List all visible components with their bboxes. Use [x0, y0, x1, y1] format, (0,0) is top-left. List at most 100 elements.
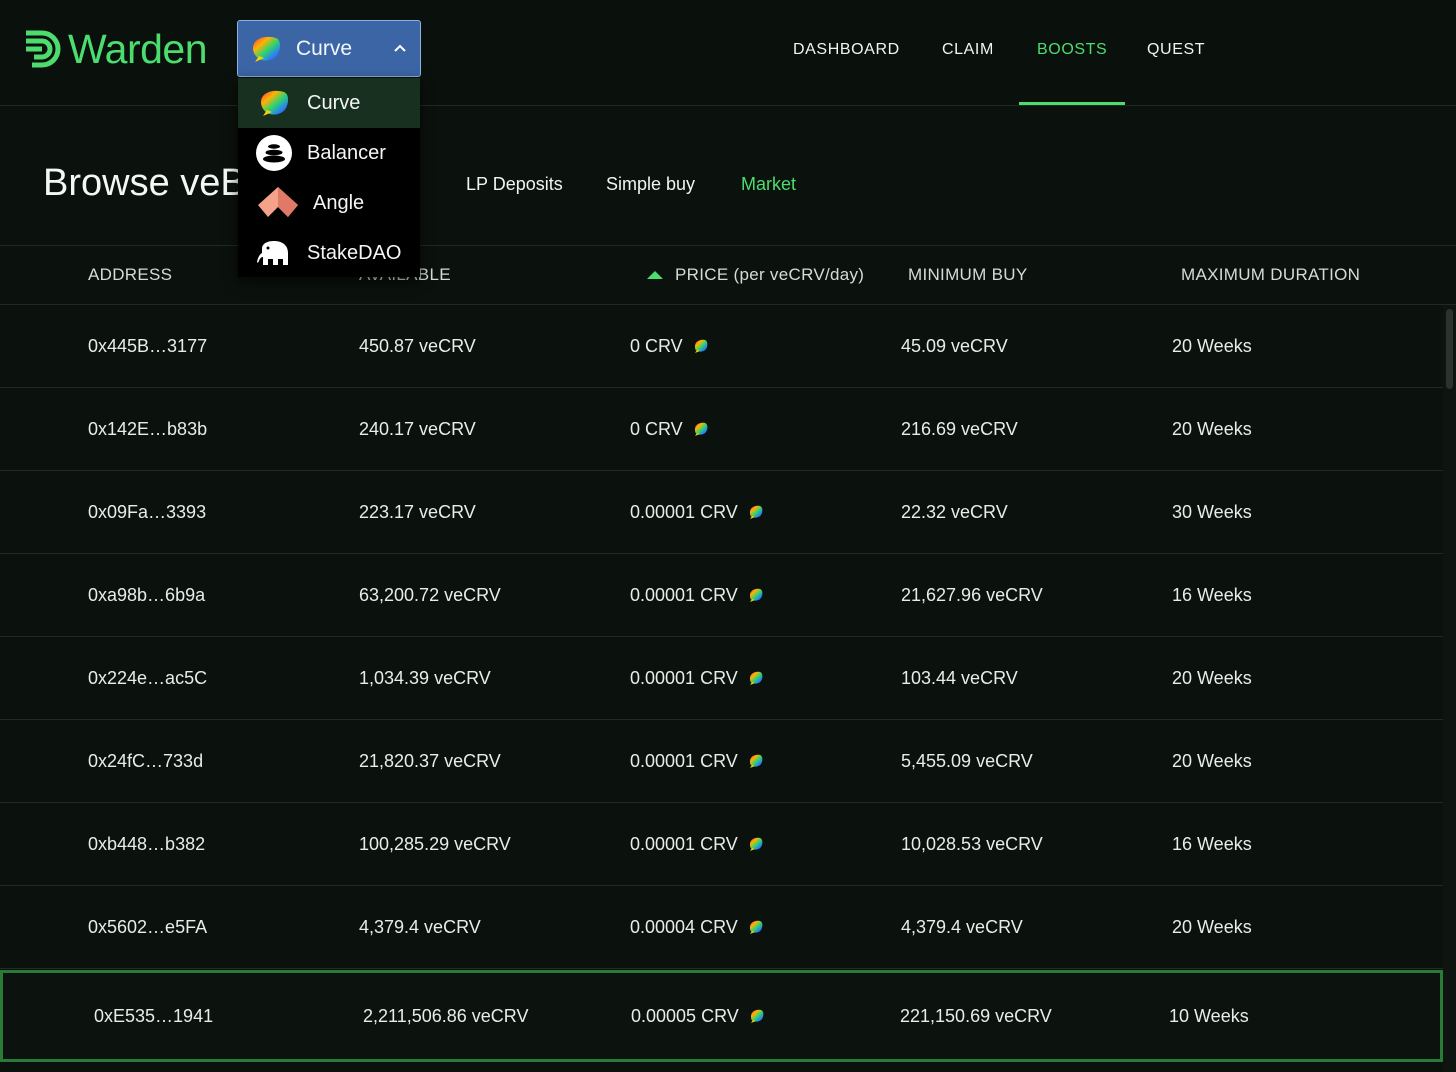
row-minimum-buy: 221,150.69 veCRV [900, 1005, 1052, 1026]
table-row[interactable]: 0x224e…ac5C 1,034.39 veCRV 0.00001 CRV 1… [0, 637, 1443, 720]
chevron-up-icon [394, 44, 406, 52]
tab-simple-buy[interactable]: Simple buy [606, 174, 695, 195]
brand-name: Warden [68, 26, 208, 72]
row-address: 0x09Fa…3393 [88, 501, 207, 522]
tab-market[interactable]: Market [741, 174, 796, 195]
row-price-value: 0 CRV [630, 418, 683, 439]
row-available: 63,200.72 veCRV [359, 584, 501, 605]
table-row[interactable]: 0x5602…e5FA 4,379.4 veCRV 0.00004 CRV 4,… [0, 886, 1443, 969]
row-minimum-buy: 216.69 veCRV [901, 418, 1018, 439]
dropdown-option-label: Balancer [307, 141, 386, 164]
warden-logo[interactable]: Warden [24, 26, 208, 72]
row-duration: 20 Weeks [1172, 916, 1252, 937]
stakedao-icon [257, 241, 288, 265]
row-price: 0 CRV [630, 305, 709, 387]
curve-icon [750, 1009, 764, 1023]
table-row[interactable]: 0x142E…b83b 240.17 veCRV 0 CRV 216.69 ve… [0, 388, 1443, 471]
column-header-maximum-duration[interactable]: MAXIMUM DURATION [1181, 265, 1360, 285]
row-price: 0.00005 CRV [631, 973, 765, 1059]
row-duration: 20 Weeks [1172, 667, 1252, 688]
section-divider [0, 245, 1456, 246]
page-title: Browse veB [43, 162, 246, 204]
row-price-value: 0 CRV [630, 335, 683, 356]
sort-ascending-icon[interactable] [646, 270, 664, 280]
row-price-value: 0.00001 CRV [630, 833, 738, 854]
nav-dashboard[interactable]: DASHBOARD [793, 41, 900, 59]
row-minimum-buy: 21,627.96 veCRV [901, 584, 1043, 605]
protocol-select[interactable]: Curve [237, 20, 421, 77]
row-address: 0x445B…3177 [88, 335, 208, 356]
row-duration: 30 Weeks [1172, 501, 1252, 522]
row-available: 21,820.37 veCRV [359, 750, 501, 771]
curve-icon [694, 422, 708, 436]
row-minimum-buy: 5,455.09 veCRV [901, 750, 1033, 771]
curve-icon [694, 339, 708, 353]
row-address: 0x24fC…733d [88, 750, 204, 771]
curve-icon [749, 754, 763, 768]
dropdown-option-balancer[interactable]: Balancer [238, 128, 420, 178]
row-minimum-buy: 4,379.4 veCRV [901, 916, 1023, 937]
row-address: 0xa98b…6b9a [88, 584, 206, 605]
column-header-price[interactable]: PRICE (per veCRV/day) [675, 265, 864, 285]
warden-app: Warden Curve DASHBOARD CLAIM BOOSTS QUES… [0, 0, 1456, 1072]
nav-active-indicator [1019, 102, 1125, 105]
balancer-icon [256, 135, 292, 171]
row-minimum-buy: 10,028.53 veCRV [901, 833, 1043, 854]
scrollbar-thumb[interactable] [1446, 309, 1453, 389]
row-price: 0.00001 CRV [630, 554, 764, 636]
row-duration: 20 Weeks [1172, 418, 1252, 439]
table-row[interactable]: 0xa98b…6b9a 63,200.72 veCRV 0.00001 CRV … [0, 554, 1443, 637]
row-price-value: 0.00004 CRV [630, 916, 738, 937]
row-duration: 16 Weeks [1172, 833, 1252, 854]
nav-quest[interactable]: QUEST [1147, 41, 1205, 59]
top-header: Warden Curve DASHBOARD CLAIM BOOSTS QUES… [0, 0, 1456, 106]
nav-claim[interactable]: CLAIM [942, 41, 994, 59]
curve-icon [261, 90, 289, 116]
column-header-address[interactable]: ADDRESS [88, 265, 172, 285]
curve-icon [749, 505, 763, 519]
table-scrollbar[interactable] [1443, 305, 1456, 1072]
table-row[interactable]: 0xE535…1941 2,211,506.86 veCRV 0.00005 C… [0, 970, 1443, 1062]
tab-lp-deposits[interactable]: LP Deposits [466, 174, 563, 195]
row-address: 0xE535…1941 [94, 1005, 214, 1026]
dropdown-option-label: Curve [307, 91, 361, 114]
column-header-minimum-buy[interactable]: MINIMUM BUY [908, 265, 1027, 285]
row-duration: 20 Weeks [1172, 750, 1252, 771]
row-available: 450.87 veCRV [359, 335, 476, 356]
row-available: 1,034.39 veCRV [359, 667, 491, 688]
row-duration: 20 Weeks [1172, 335, 1252, 356]
row-price: 0 CRV [630, 388, 709, 470]
row-address: 0x224e…ac5C [88, 667, 208, 688]
row-address: 0xb448…b382 [88, 833, 206, 854]
row-price-value: 0.00001 CRV [630, 667, 738, 688]
curve-icon [749, 837, 763, 851]
dropdown-option-stakedao[interactable]: StakeDAO [238, 228, 420, 278]
table-row[interactable]: 0x24fC…733d 21,820.37 veCRV 0.00001 CRV … [0, 720, 1443, 803]
row-duration: 16 Weeks [1172, 584, 1252, 605]
table-row[interactable]: 0x445B…3177 450.87 veCRV 0 CRV 45.09 veC… [0, 305, 1443, 388]
row-price: 0.00001 CRV [630, 637, 764, 719]
nav-boosts[interactable]: BOOSTS [1037, 41, 1107, 59]
row-available: 100,285.29 veCRV [359, 833, 511, 854]
row-available: 223.17 veCRV [359, 501, 476, 522]
row-price-value: 0.00001 CRV [630, 750, 738, 771]
curve-icon [253, 36, 281, 62]
row-price: 0.00001 CRV [630, 471, 764, 553]
row-minimum-buy: 45.09 veCRV [901, 335, 1008, 356]
curve-icon [749, 588, 763, 602]
curve-icon [749, 920, 763, 934]
row-price: 0.00004 CRV [630, 886, 764, 968]
row-available: 2,211,506.86 veCRV [363, 1005, 529, 1026]
table-row[interactable]: 0xb448…b382 100,285.29 veCRV 0.00001 CRV… [0, 803, 1443, 886]
row-price: 0.00001 CRV [630, 803, 764, 885]
warden-logo-icon [26, 30, 61, 68]
row-minimum-buy: 103.44 veCRV [901, 667, 1018, 688]
table-row[interactable]: 0x09Fa…3393 223.17 veCRV 0.00001 CRV 22.… [0, 471, 1443, 554]
dropdown-option-label: Angle [313, 191, 365, 214]
row-address: 0x5602…e5FA [88, 916, 208, 937]
row-price-value: 0.00005 CRV [631, 1005, 739, 1026]
row-price-value: 0.00001 CRV [630, 584, 738, 605]
angle-icon [258, 187, 298, 217]
dropdown-option-angle[interactable]: Angle [238, 178, 420, 228]
dropdown-option-curve[interactable]: Curve [238, 78, 420, 128]
